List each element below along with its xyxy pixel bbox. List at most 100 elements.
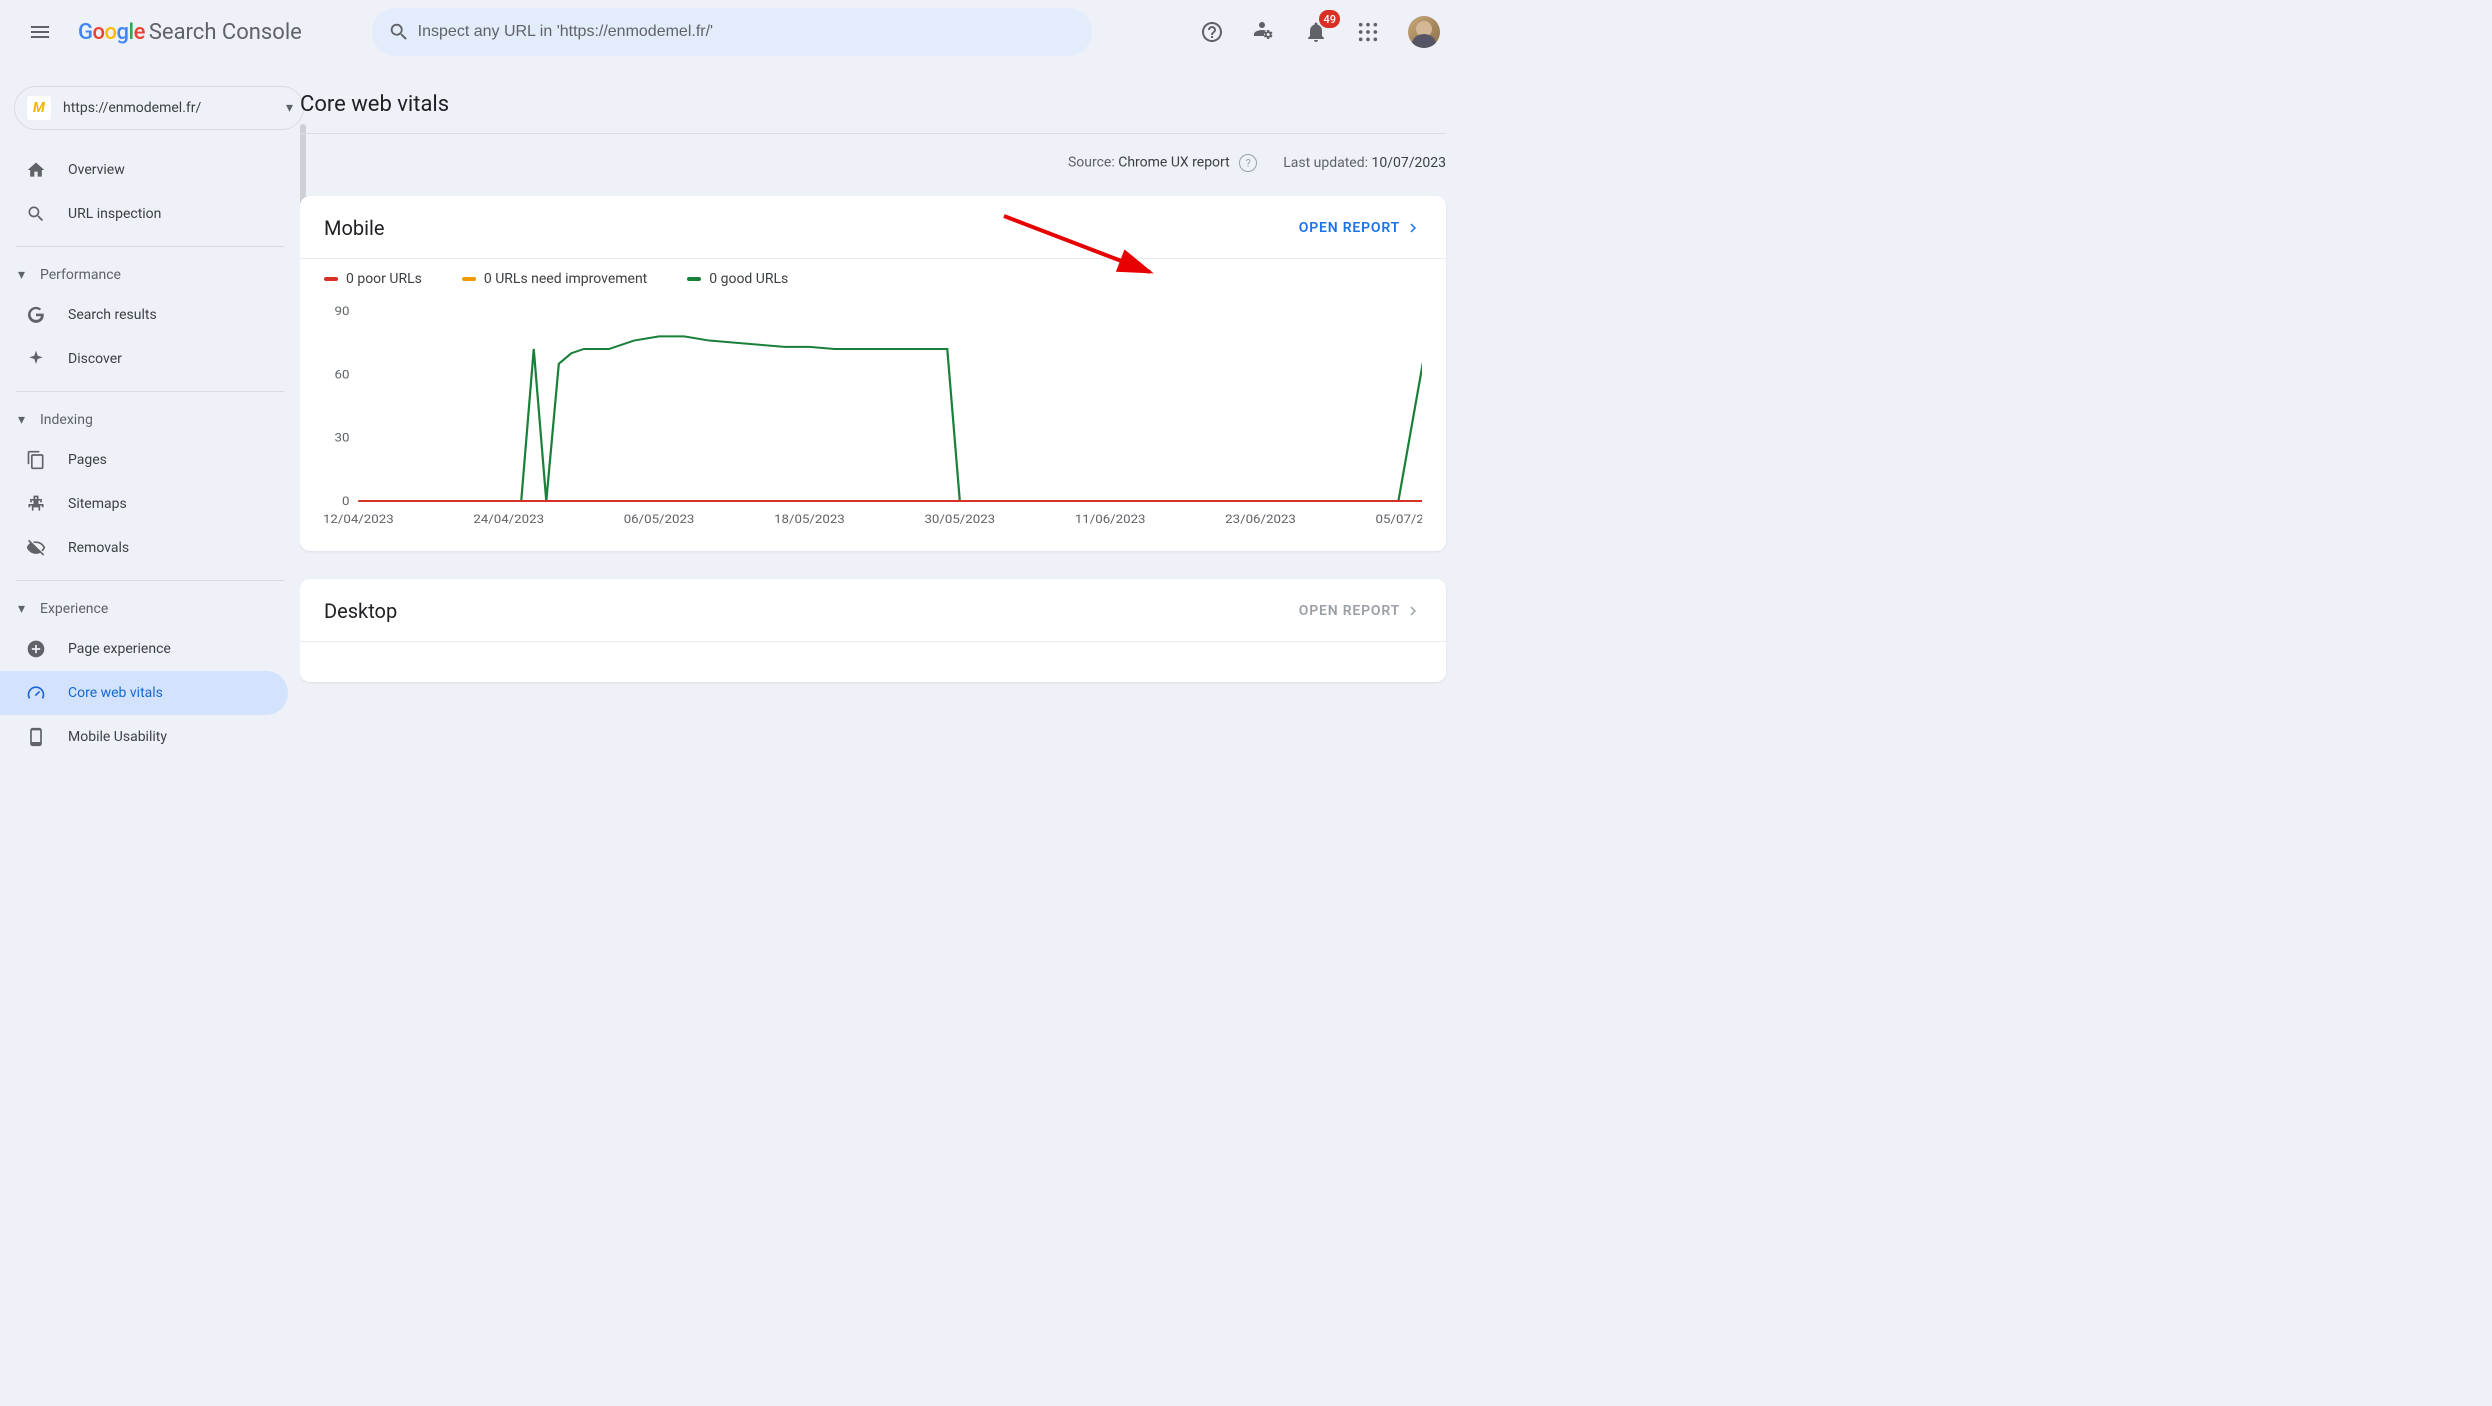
svg-text:18/05/2023: 18/05/2023 [774,513,845,527]
svg-text:12/04/2023: 12/04/2023 [323,513,394,527]
plus-circle-icon [24,637,48,661]
user-settings-icon [1252,20,1276,44]
section-title: Indexing [40,412,93,428]
sidebar-item-label: Pages [68,452,107,468]
account-avatar[interactable] [1408,16,1440,48]
legend-poor[interactable]: 0 poor URLs [324,271,422,287]
header-actions: 49 [1192,12,1440,52]
sidebar-item-removals[interactable]: Removals [0,526,288,570]
chevron-down-icon: ▾ [18,267,34,283]
open-report-desktop-button[interactable]: OPEN REPORT [1299,602,1422,620]
user-settings-button[interactable] [1244,12,1284,52]
card-title-desktop: Desktop [324,599,397,623]
source-label: Source: [1068,155,1115,171]
sidebar-item-discover[interactable]: Discover [0,337,288,381]
mobile-chart-area: 0 30 60 90 12/04/2023 24/04/2023 06/05/2023 18/… [300,287,1446,551]
svg-text:60: 60 [335,368,350,382]
chevron-right-icon [1404,602,1422,620]
sidebar-item-url-inspection[interactable]: URL inspection [0,192,288,236]
card-mobile: Mobile OPEN REPORT 0 poor URLs 0 URLs ne… [300,196,1446,551]
notifications-button[interactable]: 49 [1296,12,1336,52]
chevron-down-icon: ▾ [18,601,34,617]
report-meta-row: Source: Chrome UX report ? Last updated:… [300,134,1456,196]
divider [16,580,284,581]
sidebar-item-core-web-vitals[interactable]: Core web vitals [0,671,288,715]
divider [16,246,284,247]
page-title: Core web vitals [300,64,1446,134]
sidebar-item-label: URL inspection [68,206,161,222]
google-apps-button[interactable] [1348,12,1388,52]
url-inspect-input[interactable] [418,23,1084,41]
sidebar-section-indexing[interactable]: ▾ Indexing [0,402,300,438]
phone-icon [24,725,48,749]
google-g-icon [24,303,48,327]
last-updated-info: Last updated: 10/07/2023 [1283,155,1446,171]
svg-text:23/06/2023: 23/06/2023 [1225,513,1296,527]
sidebar-item-label: Page experience [68,641,171,657]
sparkle-icon [24,347,48,371]
mobile-line-chart: 0 30 60 90 12/04/2023 24/04/2023 06/05/2023 18/… [314,301,1422,531]
app-header: Google Search Console 49 [0,0,1456,64]
sidebar-item-overview[interactable]: Overview [0,148,288,192]
help-circle-icon[interactable]: ? [1239,154,1257,172]
open-report-mobile-button[interactable]: OPEN REPORT [1299,219,1422,237]
sidebar-item-mobile-usability[interactable]: Mobile Usability [0,715,288,759]
help-icon [1200,20,1224,44]
search-icon [24,202,48,226]
product-name: Search Console [149,20,302,45]
main-content: Core web vitals Source: Chrome UX report… [300,64,1456,810]
sidebar-item-pages[interactable]: Pages [0,438,288,482]
divider [16,391,284,392]
help-button[interactable] [1192,12,1232,52]
sidebar-item-label: Removals [68,540,129,556]
hamburger-menu-button[interactable] [16,8,64,56]
sidebar-section-experience[interactable]: ▾ Experience [0,591,300,627]
url-inspect-searchbar[interactable] [372,8,1092,56]
svg-text:30: 30 [335,431,350,445]
svg-text:05/07/2023: 05/07/2023 [1376,513,1422,527]
open-report-label: OPEN REPORT [1299,603,1400,619]
source-value[interactable]: Chrome UX report [1118,155,1229,171]
card-desktop: Desktop OPEN REPORT [300,579,1446,682]
sidebar-item-label: Discover [68,351,122,367]
sidebar-item-page-experience[interactable]: Page experience [0,627,288,671]
home-icon [24,158,48,182]
chevron-down-icon: ▾ [286,100,293,116]
section-title: Experience [40,601,108,617]
google-wordmark: Google [78,20,145,45]
svg-text:06/05/2023: 06/05/2023 [624,513,695,527]
svg-text:30/05/2023: 30/05/2023 [924,513,995,527]
apps-grid-icon [1357,21,1379,43]
source-info: Source: Chrome UX report ? [1068,154,1257,172]
chevron-right-icon [1404,219,1422,237]
sidebar-section-performance[interactable]: ▾ Performance [0,257,300,293]
sidebar-item-label: Mobile Usability [68,729,167,745]
card-title-mobile: Mobile [324,216,384,240]
swatch-good [687,277,701,281]
google-search-console-logo[interactable]: Google Search Console [78,20,302,45]
gauge-icon [24,681,48,705]
search-icon [380,12,418,52]
property-selector[interactable]: M https://enmodemel.fr/ ▾ [14,86,304,130]
svg-text:0: 0 [342,495,349,509]
section-title: Performance [40,267,121,283]
sidebar-item-label: Overview [68,162,125,178]
legend-improve[interactable]: 0 URLs need improvement [462,271,647,287]
legend-good[interactable]: 0 good URLs [687,271,788,287]
swatch-poor [324,277,338,281]
svg-text:24/04/2023: 24/04/2023 [473,513,544,527]
open-report-label: OPEN REPORT [1299,220,1400,236]
sidebar-item-label: Core web vitals [68,685,163,701]
property-url: https://enmodemel.fr/ [63,100,201,116]
sidebar: M https://enmodemel.fr/ ▾ Overview URL i… [0,64,300,810]
sidebar-item-sitemaps[interactable]: Sitemaps [0,482,288,526]
property-favicon: M [27,96,51,120]
sitemap-icon [24,492,48,516]
svg-text:90: 90 [335,305,350,319]
sidebar-item-search-results[interactable]: Search results [0,293,288,337]
chart-legend: 0 poor URLs 0 URLs need improvement 0 go… [300,259,1446,287]
hide-icon [24,536,48,560]
notification-badge: 49 [1319,10,1340,28]
updated-value: 10/07/2023 [1372,155,1447,171]
pages-icon [24,448,48,472]
